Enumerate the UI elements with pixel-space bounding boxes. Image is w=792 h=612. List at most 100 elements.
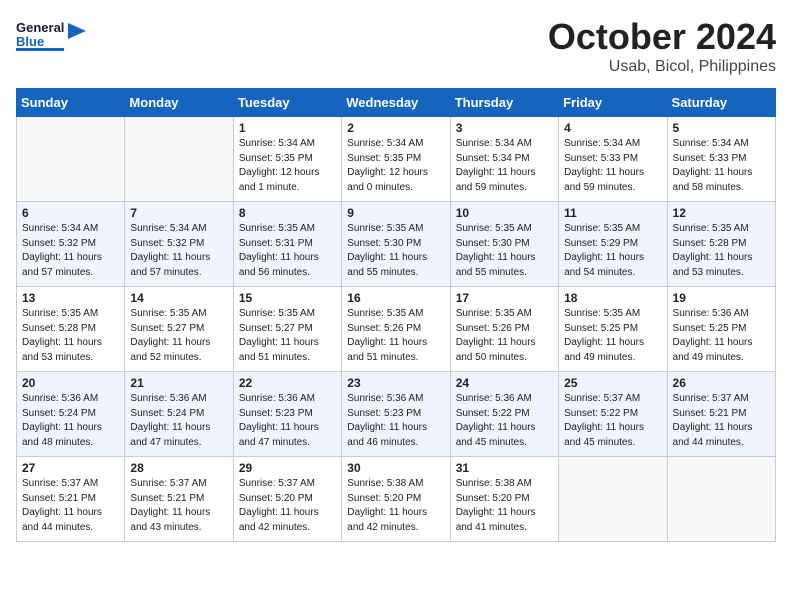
calendar-cell: 21 Sunrise: 5:36 AM Sunset: 5:24 PM Dayli… <box>125 372 233 457</box>
day-number: 10 <box>456 206 553 220</box>
cell-info: Sunrise: 5:37 AM Sunset: 5:20 PM Dayligh… <box>239 477 336 535</box>
day-number: 3 <box>456 121 553 135</box>
calendar-cell: 3 Sunrise: 5:34 AM Sunset: 5:34 PM Daylig… <box>450 117 558 202</box>
day-number: 15 <box>239 291 336 305</box>
cell-info: Sunrise: 5:38 AM Sunset: 5:20 PM Dayligh… <box>347 477 444 535</box>
calendar-cell: 6Sunrise: 5:34 AM Sunset: 5:32 PM Daylig… <box>17 202 125 287</box>
calendar-cell: 16 Sunrise: 5:35 AM Sunset: 5:26 PM Dayli… <box>342 287 450 372</box>
page-header: General Blue October 2024 Usab, Bicol, P… <box>16 16 776 76</box>
calendar-cell <box>17 117 125 202</box>
calendar-cell: 31 Sunrise: 5:38 AM Sunset: 5:20 PM Dayli… <box>450 457 558 542</box>
day-number: 30 <box>347 461 444 475</box>
day-number: 21 <box>130 376 227 390</box>
day-number: 25 <box>564 376 661 390</box>
title-block: October 2024 Usab, Bicol, Philippines <box>548 16 776 76</box>
svg-text:Blue: Blue <box>16 34 44 49</box>
cell-info: Sunrise: 5:36 AM Sunset: 5:22 PM Dayligh… <box>456 392 553 450</box>
cell-info: Sunrise: 5:34 AM Sunset: 5:35 PM Dayligh… <box>239 137 336 195</box>
calendar-cell: 8 Sunrise: 5:35 AM Sunset: 5:31 PM Daylig… <box>233 202 341 287</box>
day-number: 13 <box>22 291 119 305</box>
cell-info: Sunrise: 5:35 AM Sunset: 5:28 PM Dayligh… <box>22 307 119 365</box>
weekday-header-saturday: Saturday <box>667 89 775 117</box>
day-number: 11 <box>564 206 661 220</box>
logo-icon: General Blue <box>16 16 64 52</box>
day-number: 17 <box>456 291 553 305</box>
cell-info: Sunrise: 5:38 AM Sunset: 5:20 PM Dayligh… <box>456 477 553 535</box>
cell-info: Sunrise: 5:35 AM Sunset: 5:30 PM Dayligh… <box>456 222 553 280</box>
calendar-cell: 5 Sunrise: 5:34 AM Sunset: 5:33 PM Daylig… <box>667 117 775 202</box>
calendar-cell: 26 Sunrise: 5:37 AM Sunset: 5:21 PM Dayli… <box>667 372 775 457</box>
cell-info: Sunrise: 5:36 AM Sunset: 5:23 PM Dayligh… <box>239 392 336 450</box>
day-number: 7 <box>130 206 227 220</box>
weekday-header-wednesday: Wednesday <box>342 89 450 117</box>
calendar-cell: 7 Sunrise: 5:34 AM Sunset: 5:32 PM Daylig… <box>125 202 233 287</box>
calendar-cell: 1Sunrise: 5:34 AM Sunset: 5:35 PM Daylig… <box>233 117 341 202</box>
svg-text:General: General <box>16 20 64 35</box>
cell-info: Sunrise: 5:36 AM Sunset: 5:24 PM Dayligh… <box>22 392 119 450</box>
day-number: 14 <box>130 291 227 305</box>
cell-info: Sunrise: 5:37 AM Sunset: 5:21 PM Dayligh… <box>673 392 770 450</box>
day-number: 26 <box>673 376 770 390</box>
cell-info: Sunrise: 5:34 AM Sunset: 5:33 PM Dayligh… <box>564 137 661 195</box>
cell-info: Sunrise: 5:34 AM Sunset: 5:33 PM Dayligh… <box>673 137 770 195</box>
day-number: 22 <box>239 376 336 390</box>
cell-info: Sunrise: 5:37 AM Sunset: 5:21 PM Dayligh… <box>130 477 227 535</box>
calendar-cell: 20 Sunrise: 5:36 AM Sunset: 5:24 PM Dayli… <box>17 372 125 457</box>
calendar-cell: 4Sunrise: 5:34 AM Sunset: 5:33 PM Daylig… <box>559 117 667 202</box>
cell-info: Sunrise: 5:37 AM Sunset: 5:21 PM Dayligh… <box>22 477 119 535</box>
calendar-cell: 2Sunrise: 5:34 AM Sunset: 5:35 PM Daylig… <box>342 117 450 202</box>
calendar-cell: 13 Sunrise: 5:35 AM Sunset: 5:28 PM Dayli… <box>17 287 125 372</box>
day-number: 24 <box>456 376 553 390</box>
calendar-cell: 27Sunrise: 5:37 AM Sunset: 5:21 PM Dayli… <box>17 457 125 542</box>
cell-info: Sunrise: 5:34 AM Sunset: 5:32 PM Dayligh… <box>130 222 227 280</box>
calendar-cell: 15Sunrise: 5:35 AM Sunset: 5:27 PM Dayli… <box>233 287 341 372</box>
day-number: 16 <box>347 291 444 305</box>
calendar-cell: 10 Sunrise: 5:35 AM Sunset: 5:30 PM Dayli… <box>450 202 558 287</box>
calendar-cell: 24 Sunrise: 5:36 AM Sunset: 5:22 PM Dayli… <box>450 372 558 457</box>
calendar-cell: 29 Sunrise: 5:37 AM Sunset: 5:20 PM Dayli… <box>233 457 341 542</box>
weekday-header-monday: Monday <box>125 89 233 117</box>
calendar-week-5: 27Sunrise: 5:37 AM Sunset: 5:21 PM Dayli… <box>17 457 776 542</box>
day-number: 8 <box>239 206 336 220</box>
weekday-header-thursday: Thursday <box>450 89 558 117</box>
calendar-cell: 22 Sunrise: 5:36 AM Sunset: 5:23 PM Dayli… <box>233 372 341 457</box>
calendar-week-4: 20 Sunrise: 5:36 AM Sunset: 5:24 PM Dayli… <box>17 372 776 457</box>
day-number: 29 <box>239 461 336 475</box>
weekday-header-tuesday: Tuesday <box>233 89 341 117</box>
cell-info: Sunrise: 5:34 AM Sunset: 5:32 PM Dayligh… <box>22 222 119 280</box>
day-number: 31 <box>456 461 553 475</box>
calendar-cell: 19Sunrise: 5:36 AM Sunset: 5:25 PM Dayli… <box>667 287 775 372</box>
cell-info: Sunrise: 5:35 AM Sunset: 5:26 PM Dayligh… <box>347 307 444 365</box>
calendar-cell: 9Sunrise: 5:35 AM Sunset: 5:30 PM Daylig… <box>342 202 450 287</box>
calendar-table: SundayMondayTuesdayWednesdayThursdayFrid… <box>16 88 776 542</box>
day-number: 12 <box>673 206 770 220</box>
calendar-cell: 18Sunrise: 5:35 AM Sunset: 5:25 PM Dayli… <box>559 287 667 372</box>
day-number: 20 <box>22 376 119 390</box>
cell-info: Sunrise: 5:34 AM Sunset: 5:34 PM Dayligh… <box>456 137 553 195</box>
day-number: 5 <box>673 121 770 135</box>
calendar-week-1: 1Sunrise: 5:34 AM Sunset: 5:35 PM Daylig… <box>17 117 776 202</box>
day-number: 2 <box>347 121 444 135</box>
weekday-header-row: SundayMondayTuesdayWednesdayThursdayFrid… <box>17 89 776 117</box>
cell-info: Sunrise: 5:35 AM Sunset: 5:31 PM Dayligh… <box>239 222 336 280</box>
location-title: Usab, Bicol, Philippines <box>548 58 776 76</box>
cell-info: Sunrise: 5:36 AM Sunset: 5:23 PM Dayligh… <box>347 392 444 450</box>
day-number: 18 <box>564 291 661 305</box>
calendar-cell: 11 Sunrise: 5:35 AM Sunset: 5:29 PM Dayli… <box>559 202 667 287</box>
cell-info: Sunrise: 5:36 AM Sunset: 5:24 PM Dayligh… <box>130 392 227 450</box>
calendar-cell: 17Sunrise: 5:35 AM Sunset: 5:26 PM Dayli… <box>450 287 558 372</box>
cell-info: Sunrise: 5:35 AM Sunset: 5:28 PM Dayligh… <box>673 222 770 280</box>
day-number: 28 <box>130 461 227 475</box>
calendar-week-2: 6Sunrise: 5:34 AM Sunset: 5:32 PM Daylig… <box>17 202 776 287</box>
logo-flag-icon <box>68 23 86 45</box>
calendar-cell: 12 Sunrise: 5:35 AM Sunset: 5:28 PM Dayli… <box>667 202 775 287</box>
day-number: 19 <box>673 291 770 305</box>
calendar-cell: 23Sunrise: 5:36 AM Sunset: 5:23 PM Dayli… <box>342 372 450 457</box>
cell-info: Sunrise: 5:35 AM Sunset: 5:27 PM Dayligh… <box>130 307 227 365</box>
calendar-cell <box>667 457 775 542</box>
calendar-cell <box>125 117 233 202</box>
cell-info: Sunrise: 5:35 AM Sunset: 5:29 PM Dayligh… <box>564 222 661 280</box>
weekday-header-sunday: Sunday <box>17 89 125 117</box>
cell-info: Sunrise: 5:35 AM Sunset: 5:30 PM Dayligh… <box>347 222 444 280</box>
calendar-cell <box>559 457 667 542</box>
